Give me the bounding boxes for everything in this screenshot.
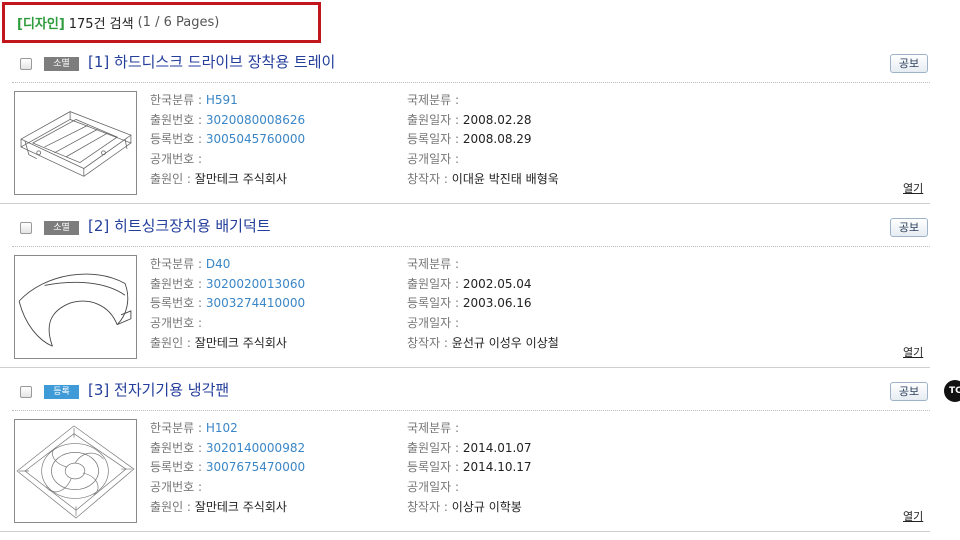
result-checkbox[interactable] [20, 222, 32, 234]
pub-no-field: 공개번호 : [150, 152, 203, 166]
kr-class-link[interactable]: H102 [206, 421, 238, 435]
pub-date-field: 공개일자 : [407, 152, 460, 166]
kr-class-field: 한국분류 : H591 [150, 93, 238, 107]
tray-drawing-icon [20, 111, 132, 177]
fan-drawing-icon [16, 425, 135, 519]
app-date-field: 출원일자 : 2014.01.07 [407, 441, 532, 455]
pub-no-field: 공개번호 : [150, 480, 203, 494]
gazette-button[interactable]: 공보 [890, 382, 928, 401]
intl-class-field: 국제분류 : [407, 257, 460, 271]
result-count: 175건 검색 [68, 17, 134, 32]
status-badge: 소멸 [44, 221, 79, 235]
row-border [0, 367, 930, 368]
creator-field: 창작자 : 이상규 이학봉 [407, 500, 522, 514]
reg-no-link[interactable]: 3003274410000 [206, 296, 305, 310]
reg-no-link[interactable]: 3005045760000 [206, 132, 305, 146]
applicant-field: 출원인 : 잘만테크 주식회사 [150, 172, 287, 186]
result-title-link[interactable]: [3] 전자기기용 냉각팬 [88, 379, 229, 400]
app-no-field: 출원번호 : 3020080008626 [150, 113, 306, 127]
pub-date-field: 공개일자 : [407, 316, 460, 330]
reg-no-field: 등록번호 : 3007675470000 [150, 460, 306, 474]
floating-side-icon[interactable]: TC [944, 380, 960, 402]
result-item: 소멸 [2] 히트싱크장치용 배기덕트 공보 한국분류 : D40 출원번호 :… [0, 212, 930, 376]
gazette-button[interactable]: 공보 [890, 54, 928, 73]
result-title-link[interactable]: [2] 히트싱크장치용 배기덕트 [88, 215, 271, 236]
status-badge: 소멸 [44, 57, 79, 71]
page-indicator: (1 / 6 Pages) [137, 15, 220, 30]
creator-field: 창작자 : 이대윤 박진태 배형욱 [407, 172, 559, 186]
reg-date-field: 등록일자 : 2003.06.16 [407, 296, 532, 310]
app-no-link[interactable]: 3020140000982 [206, 441, 305, 455]
applicant-field: 출원인 : 잘만테크 주식회사 [150, 500, 287, 514]
reg-date-field: 등록일자 : 2008.08.29 [407, 132, 532, 146]
app-no-field: 출원번호 : 3020140000982 [150, 441, 306, 455]
reg-no-field: 등록번호 : 3003274410000 [150, 296, 306, 310]
kr-class-link[interactable]: D40 [206, 257, 231, 271]
result-item: 소멸 [1] 하드디스크 드라이브 장착용 트레이 공보 한국분류 : H591… [0, 48, 930, 212]
result-title-link[interactable]: [1] 하드디스크 드라이브 장착용 트레이 [88, 51, 335, 72]
app-no-field: 출원번호 : 3020020013060 [150, 277, 306, 291]
result-item: 등록 [3] 전자기기용 냉각팬 공보 한국분류 : H102 출원번호 : 3… [0, 376, 930, 540]
divider [12, 82, 930, 83]
kr-class-field: 한국분류 : H102 [150, 421, 238, 435]
design-thumbnail[interactable] [14, 91, 137, 195]
pub-date-field: 공개일자 : [407, 480, 460, 494]
result-checkbox[interactable] [20, 58, 32, 70]
intl-class-field: 국제분류 : [407, 93, 460, 107]
divider [12, 246, 930, 247]
app-no-link[interactable]: 3020020013060 [206, 277, 305, 291]
status-badge: 등록 [44, 385, 79, 399]
reg-date-field: 등록일자 : 2014.10.17 [407, 460, 532, 474]
row-border [0, 531, 930, 532]
kr-class-field: 한국분류 : D40 [150, 257, 231, 271]
gazette-button[interactable]: 공보 [890, 218, 928, 237]
result-checkbox[interactable] [20, 386, 32, 398]
design-thumbnail[interactable] [14, 255, 137, 359]
creator-field: 창작자 : 윤선규 이성우 이상철 [407, 336, 559, 350]
row-border [0, 203, 930, 204]
expand-link[interactable]: 열기 [903, 180, 923, 196]
duct-drawing-icon [18, 273, 132, 347]
reg-no-link[interactable]: 3007675470000 [206, 460, 305, 474]
expand-link[interactable]: 열기 [903, 344, 923, 360]
app-date-field: 출원일자 : 2002.05.04 [407, 277, 532, 291]
applicant-field: 출원인 : 잘만테크 주식회사 [150, 336, 287, 350]
app-no-link[interactable]: 3020080008626 [206, 113, 305, 127]
category-label: [디자인] [17, 17, 65, 32]
intl-class-field: 국제분류 : [407, 421, 460, 435]
kr-class-link[interactable]: H591 [206, 93, 238, 107]
app-date-field: 출원일자 : 2008.02.28 [407, 113, 532, 127]
design-thumbnail[interactable] [14, 419, 137, 523]
reg-no-field: 등록번호 : 3005045760000 [150, 132, 306, 146]
expand-link[interactable]: 열기 [903, 508, 923, 524]
divider [12, 410, 930, 411]
pub-no-field: 공개번호 : [150, 316, 203, 330]
search-summary: [디자인] 175건 검색 (1 / 6 Pages) [2, 2, 321, 43]
